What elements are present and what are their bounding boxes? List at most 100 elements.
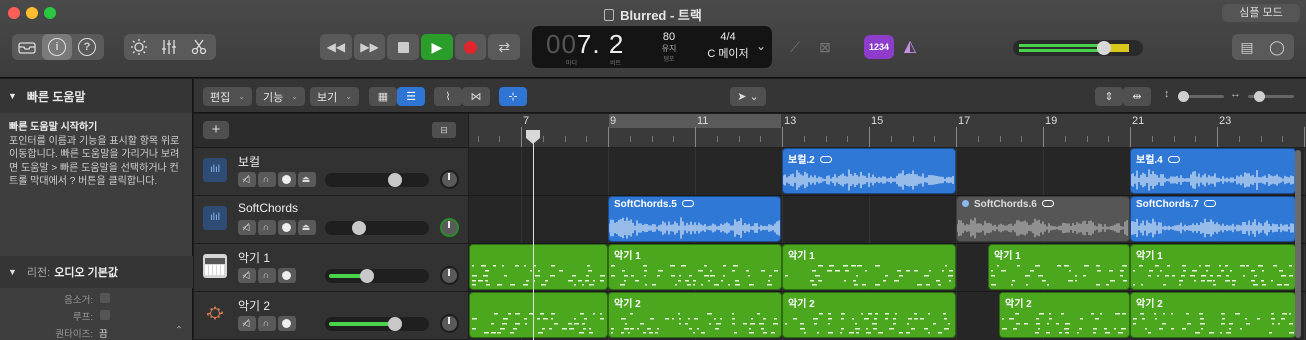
rewind-button[interactable]: ◀◀	[320, 34, 352, 60]
midi-region[interactable]: 악기 2	[608, 292, 782, 338]
pan-knob[interactable]	[440, 266, 459, 285]
horizontal-zoom-fit-button[interactable]: ⇹	[1123, 87, 1151, 106]
chevron-down-icon[interactable]: ⌄	[756, 39, 766, 53]
solo-button[interactable]: ∩	[258, 220, 276, 235]
track-name[interactable]: 보컬	[238, 153, 260, 170]
timeline-ruler[interactable]: 7 9 11 13 15 17 19 21 23	[469, 114, 1306, 148]
list-editors-button[interactable]: ▤	[1232, 34, 1262, 60]
midi-region[interactable]	[469, 244, 608, 290]
grid-view-button[interactable]: ▦	[369, 87, 397, 106]
edit-menu[interactable]: 편집 ⌄	[203, 87, 252, 106]
record-button[interactable]	[454, 34, 487, 60]
cycle-button[interactable]: ⇄	[488, 34, 521, 60]
volume-fader[interactable]	[325, 269, 429, 283]
smart-help-button[interactable]: ?	[72, 34, 102, 60]
track-name[interactable]: SoftChords	[238, 201, 298, 215]
midi-region[interactable]: 악기 1	[782, 244, 956, 290]
playhead-line[interactable]	[533, 130, 534, 340]
editors-button[interactable]	[184, 34, 214, 60]
volume-knob[interactable]	[360, 269, 375, 283]
record-enable-button[interactable]	[278, 268, 296, 283]
mute-button[interactable]: ◁̸	[238, 172, 256, 187]
track-header-inst1[interactable]: 악기 1 ◁̸ ∩	[194, 244, 468, 292]
volume-knob[interactable]	[351, 221, 366, 235]
input-monitor-button[interactable]: ⏏	[298, 172, 316, 187]
fast-forward-button[interactable]: ▶▶	[353, 34, 386, 60]
pan-knob[interactable]	[440, 314, 459, 333]
library-button[interactable]	[12, 34, 42, 60]
midi-region[interactable]: 악기 2	[1130, 292, 1296, 338]
mute-button[interactable]: ◁̸	[238, 316, 256, 331]
audio-region[interactable]: SoftChords.5	[608, 196, 781, 242]
mixer-button[interactable]	[154, 34, 184, 60]
pointer-tool-menu[interactable]: ➤ ⌄	[730, 87, 766, 106]
master-volume-knob[interactable]	[1097, 41, 1111, 55]
stop-button[interactable]	[387, 34, 420, 60]
mute-checkbox[interactable]	[100, 293, 110, 303]
horizontal-zoom-knob[interactable]	[1254, 91, 1265, 102]
global-tracks-button[interactable]: ⊟	[432, 122, 456, 138]
tuner-button[interactable]: ⟋	[780, 34, 810, 60]
list-view-button[interactable]: ☰	[397, 87, 425, 106]
vertical-zoom-slider[interactable]	[1178, 91, 1224, 102]
functions-menu[interactable]: 기능 ⌄	[256, 87, 305, 106]
record-enable-button[interactable]	[278, 172, 296, 187]
audio-region-muted[interactable]: SoftChords.6	[956, 196, 1130, 242]
midi-region[interactable]	[469, 292, 608, 338]
loop-checkbox[interactable]	[100, 310, 110, 320]
midi-region[interactable]: 악기 2	[999, 292, 1130, 338]
metronome-button[interactable]: ◭	[896, 35, 924, 59]
smart-controls-button[interactable]	[124, 34, 154, 60]
scrollbar-thumb[interactable]	[1295, 150, 1301, 338]
solo-button[interactable]: ∩	[258, 316, 276, 331]
volume-knob[interactable]	[388, 173, 403, 187]
vertical-zoom-knob[interactable]	[1178, 91, 1189, 102]
quick-help-button[interactable]: i	[42, 34, 72, 60]
view-menu[interactable]: 보기 ⌄	[310, 87, 359, 106]
track-header-softchords[interactable]: ılıl SoftChords ◁̸ ∩ ⏏	[194, 196, 468, 244]
mute-button[interactable]: ◁̸	[238, 268, 256, 283]
record-enable-button[interactable]	[278, 316, 296, 331]
track-header-inst2[interactable]: ⛮ 악기 2 ◁̸ ∩	[194, 292, 468, 340]
pan-knob[interactable]	[440, 170, 459, 189]
midi-region[interactable]: 악기 2	[782, 292, 956, 338]
region-inspector-header[interactable]: ▼ 리전: 오디오 기본값	[0, 256, 193, 288]
pan-knob[interactable]	[440, 218, 459, 237]
add-track-button[interactable]: +	[203, 121, 229, 139]
horizontal-zoom-slider[interactable]	[1248, 91, 1294, 102]
volume-fader[interactable]	[325, 317, 429, 331]
lcd-display[interactable]: 007. 2 마디 비트 80 유지 템포 4/4 C 메이저 ⌄	[532, 26, 772, 68]
midi-region[interactable]: 악기 1	[988, 244, 1130, 290]
track-header-vocal[interactable]: ılıl 보컬 ◁̸ ∩ ⏏	[194, 148, 468, 196]
audio-region[interactable]: SoftChords.7	[1130, 196, 1296, 242]
tracks-area[interactable]: 보컬.2 보컬.4 SoftChords.5 SoftChords.6 Soft…	[469, 148, 1306, 340]
tempo-display[interactable]: 80 유지 템포	[656, 31, 682, 63]
quantize-row[interactable]: 퀀타이즈: 끔 ⌃	[0, 324, 193, 340]
mute-button[interactable]: ◁̸	[238, 220, 256, 235]
track-name[interactable]: 악기 2	[238, 297, 270, 314]
input-monitor-button[interactable]: ⏏	[298, 220, 316, 235]
record-enable-button[interactable]	[278, 220, 296, 235]
browsers-button[interactable]: ◯	[1262, 34, 1292, 60]
quick-help-header[interactable]: ▼ 빠른 도움말	[0, 79, 192, 113]
automation-button[interactable]: ⌇	[434, 87, 462, 106]
signature-display[interactable]: 4/4 C 메이저	[702, 31, 754, 61]
vertical-scrollbar[interactable]	[1294, 148, 1302, 340]
master-volume-slider[interactable]	[1013, 40, 1143, 56]
midi-region[interactable]: 악기 1	[608, 244, 782, 290]
track-name[interactable]: 악기 1	[238, 249, 270, 266]
audio-region[interactable]: 보컬.4	[1130, 148, 1296, 194]
catch-playhead-button[interactable]: ⊹	[499, 87, 527, 106]
play-button[interactable]: ▶	[421, 34, 453, 60]
flex-button[interactable]: ⋈	[462, 87, 490, 106]
solo-button[interactable]: ∩	[258, 172, 276, 187]
volume-knob[interactable]	[388, 317, 403, 331]
replace-button[interactable]: ⊠	[810, 34, 840, 60]
vertical-zoom-fit-button[interactable]: ⇕	[1095, 87, 1123, 106]
volume-fader[interactable]	[325, 221, 429, 235]
simple-mode-button[interactable]: 심플 모드	[1222, 4, 1300, 22]
audio-region[interactable]: 보컬.2	[782, 148, 956, 194]
solo-button[interactable]: ∩	[258, 268, 276, 283]
playhead-handle[interactable]	[526, 130, 540, 144]
volume-fader[interactable]	[325, 173, 429, 187]
